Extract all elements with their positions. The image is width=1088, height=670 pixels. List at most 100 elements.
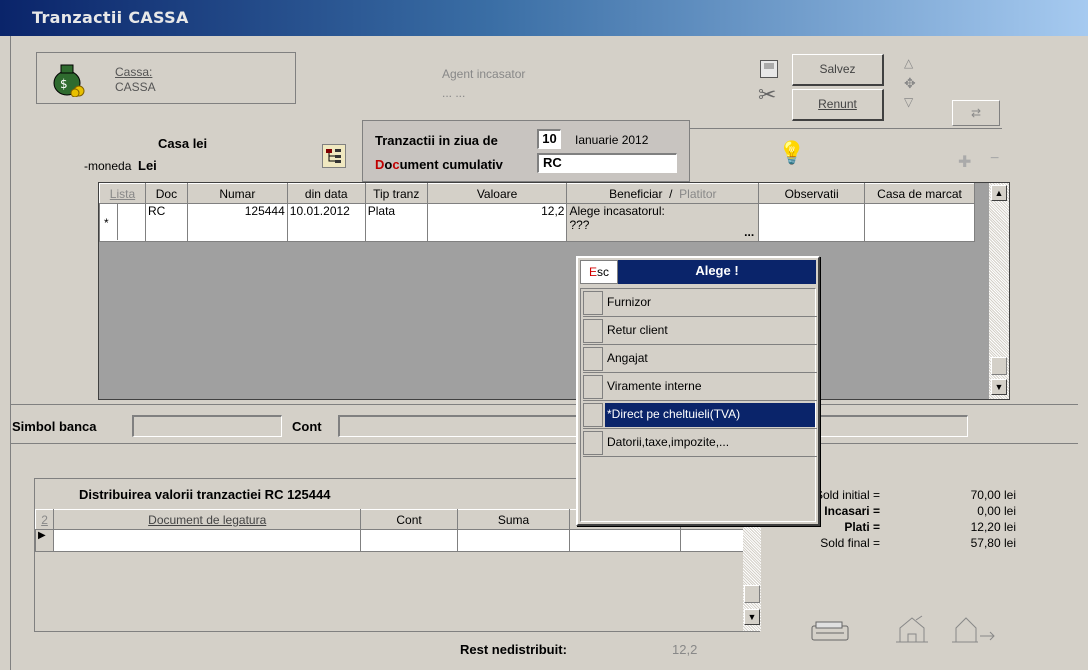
day-field[interactable]: 10 <box>537 129 561 149</box>
cell-casa-marcat[interactable] <box>864 203 975 242</box>
alege-popup: Esc Alege ! Furnizor Retur client Angaja… <box>576 256 820 526</box>
sold-final-label: Sold final = <box>820 536 880 550</box>
bank-row: Simbol banca Cont <box>10 404 1078 444</box>
plus-icon[interactable]: ✚ <box>958 152 971 172</box>
menu-item-label: Viramente interne <box>607 379 702 393</box>
menu-item-label: Retur client <box>607 323 668 337</box>
house-exit-icon[interactable] <box>948 612 998 646</box>
menu-item-furnizor[interactable]: Furnizor <box>583 289 817 317</box>
menu-item-label: *Direct pe cheltuieli(TVA) <box>607 407 741 421</box>
cut-icon[interactable]: ✂ <box>758 84 776 106</box>
doc-field[interactable]: RC <box>537 153 677 173</box>
row-marker-cell: * <box>99 203 146 242</box>
menu-item-direct-cheltuieli[interactable]: *Direct pe cheltuieli(TVA) <box>583 401 817 429</box>
grid-header-row: Lista Doc Numar din data Tip tranz Valoa… <box>99 183 975 204</box>
save-button[interactable]: Salvez <box>792 54 884 86</box>
move-icon[interactable]: ✥ <box>904 75 916 92</box>
cell-data[interactable]: 10.01.2012 <box>286 203 366 242</box>
cell-numar[interactable]: 125444 <box>186 203 288 242</box>
distrib-cell-cont[interactable] <box>360 529 458 552</box>
cash-register-icon[interactable] <box>808 618 854 644</box>
cassa-label: Cassa: <box>115 65 153 79</box>
cell-doc[interactable]: RC <box>144 203 188 242</box>
grid-table: Lista Doc Numar din data Tip tranz Valoa… <box>99 183 975 242</box>
col-observatii[interactable]: Observatii <box>758 183 866 204</box>
col-numar[interactable]: Numar <box>186 183 288 204</box>
svg-text:$: $ <box>60 77 68 91</box>
cassa-value: CASSA <box>115 80 156 94</box>
separator <box>690 128 1002 129</box>
cont-label: Cont <box>292 419 322 434</box>
distrib-col-document[interactable]: Document de legatura <box>53 509 362 530</box>
simbol-banca-field[interactable] <box>132 415 282 437</box>
sold-initial-value: 70,00 lei <box>970 488 1016 502</box>
col-beneficiar[interactable]: Beneficiar / Platitor <box>566 183 760 204</box>
col-lista[interactable]: Lista <box>99 183 146 204</box>
cancel-button[interactable]: Renunt <box>792 89 884 121</box>
distrib-col-index[interactable]: 2 <box>34 509 55 530</box>
menu-item-angajat[interactable]: Angajat <box>583 345 817 373</box>
ellipsis-button[interactable]: ... <box>744 225 754 239</box>
month-label: Ianuarie 2012 <box>575 133 649 147</box>
distrib-cell-suma[interactable] <box>456 529 571 552</box>
cell-beneficiar[interactable]: Alege incasatorul: ??? ... <box>566 203 760 242</box>
beneficiar-line2: ??? <box>569 218 590 232</box>
beneficiar-label: Beneficiar <box>609 186 663 201</box>
cell-observatii[interactable] <box>758 203 866 242</box>
grid-scrollbar[interactable]: ▲ ▼ <box>989 183 1009 399</box>
slash-label: / <box>669 186 673 201</box>
cassa-box[interactable]: $ Cassa: CASSA <box>36 52 296 104</box>
col-doc[interactable]: Doc <box>144 183 188 204</box>
distrib-cell-document[interactable] <box>53 529 362 552</box>
popup-list: Furnizor Retur client Angajat Viramente … <box>580 288 817 522</box>
cell-valoare[interactable]: 12,2 <box>426 203 568 242</box>
tree-icon[interactable] <box>322 144 346 168</box>
row-pointer-icon: ▶ <box>34 529 55 552</box>
distrib-title: Distribuirea valorii tranzactiei RC 1254… <box>79 487 331 502</box>
down-arrow-icon[interactable]: ▽ <box>904 95 913 109</box>
distrib-scroll-thumb[interactable] <box>744 585 760 603</box>
menu-item-datorii[interactable]: Datorii,taxe,impozite,... <box>583 429 817 457</box>
table-row[interactable]: ▶ <box>34 529 746 552</box>
transactions-grid: Lista Doc Numar din data Tip tranz Valoa… <box>98 182 1010 400</box>
menu-item-label: Furnizor <box>607 295 652 309</box>
col-tip-tranz[interactable]: Tip tranz <box>364 183 428 204</box>
menu-item-label: Datorii,taxe,impozite,... <box>607 435 730 449</box>
col-din-data[interactable]: din data <box>286 183 366 204</box>
scroll-up-icon[interactable]: ▲ <box>991 185 1007 201</box>
save-label: Salvez <box>819 62 856 76</box>
cell-tip[interactable]: Plata <box>364 203 428 242</box>
house-icon[interactable] <box>890 612 934 646</box>
sold-final-value: 57,80 lei <box>970 536 1016 550</box>
scroll-down-icon[interactable]: ▼ <box>991 379 1007 395</box>
distrib-col-suma[interactable]: Suma <box>456 509 571 530</box>
distrib-scroll-down-icon[interactable]: ▼ <box>744 609 760 625</box>
incasari-value: 0,00 lei <box>977 504 1016 518</box>
menu-item-viramente-interne[interactable]: Viramente interne <box>583 373 817 401</box>
window-title: Tranzactii CASSA <box>32 8 189 27</box>
scroll-thumb[interactable] <box>991 357 1007 375</box>
col-casa-marcat[interactable]: Casa de marcat <box>864 183 975 204</box>
floppy-icon[interactable] <box>760 60 778 78</box>
popup-header: Esc Alege ! <box>580 260 816 284</box>
menu-item-label: Angajat <box>607 351 648 365</box>
agent-label: Agent incasator <box>442 67 526 81</box>
esc-button[interactable]: Esc <box>580 260 618 284</box>
swap-icon[interactable]: ⇄ <box>952 100 1000 126</box>
lightbulb-icon[interactable]: 💡 <box>778 140 805 166</box>
table-row[interactable]: * RC 125444 10.01.2012 Plata 12,2 Alege … <box>99 203 975 242</box>
minus-icon[interactable]: − <box>990 150 999 168</box>
up-arrow-icon[interactable]: △ <box>904 56 913 70</box>
col-valoare[interactable]: Valoare <box>426 183 568 204</box>
distrib-scrollbar[interactable]: ▼ <box>743 509 761 631</box>
esc-rest: sc <box>597 265 609 279</box>
distrib-col-cont[interactable]: Cont <box>360 509 458 530</box>
money-bag-icon: $ <box>51 59 87 98</box>
distrib-cell-extra1[interactable] <box>569 529 681 552</box>
menu-item-retur-client[interactable]: Retur client <box>583 317 817 345</box>
tranz-label: Tranzactii in ziua de <box>375 133 498 148</box>
distrib-cell-extra2[interactable] <box>679 529 746 552</box>
agent-value: ... ... <box>442 86 466 100</box>
title-bar: Tranzactii CASSA <box>0 0 1088 36</box>
rest-value: 12,2 <box>672 642 698 657</box>
